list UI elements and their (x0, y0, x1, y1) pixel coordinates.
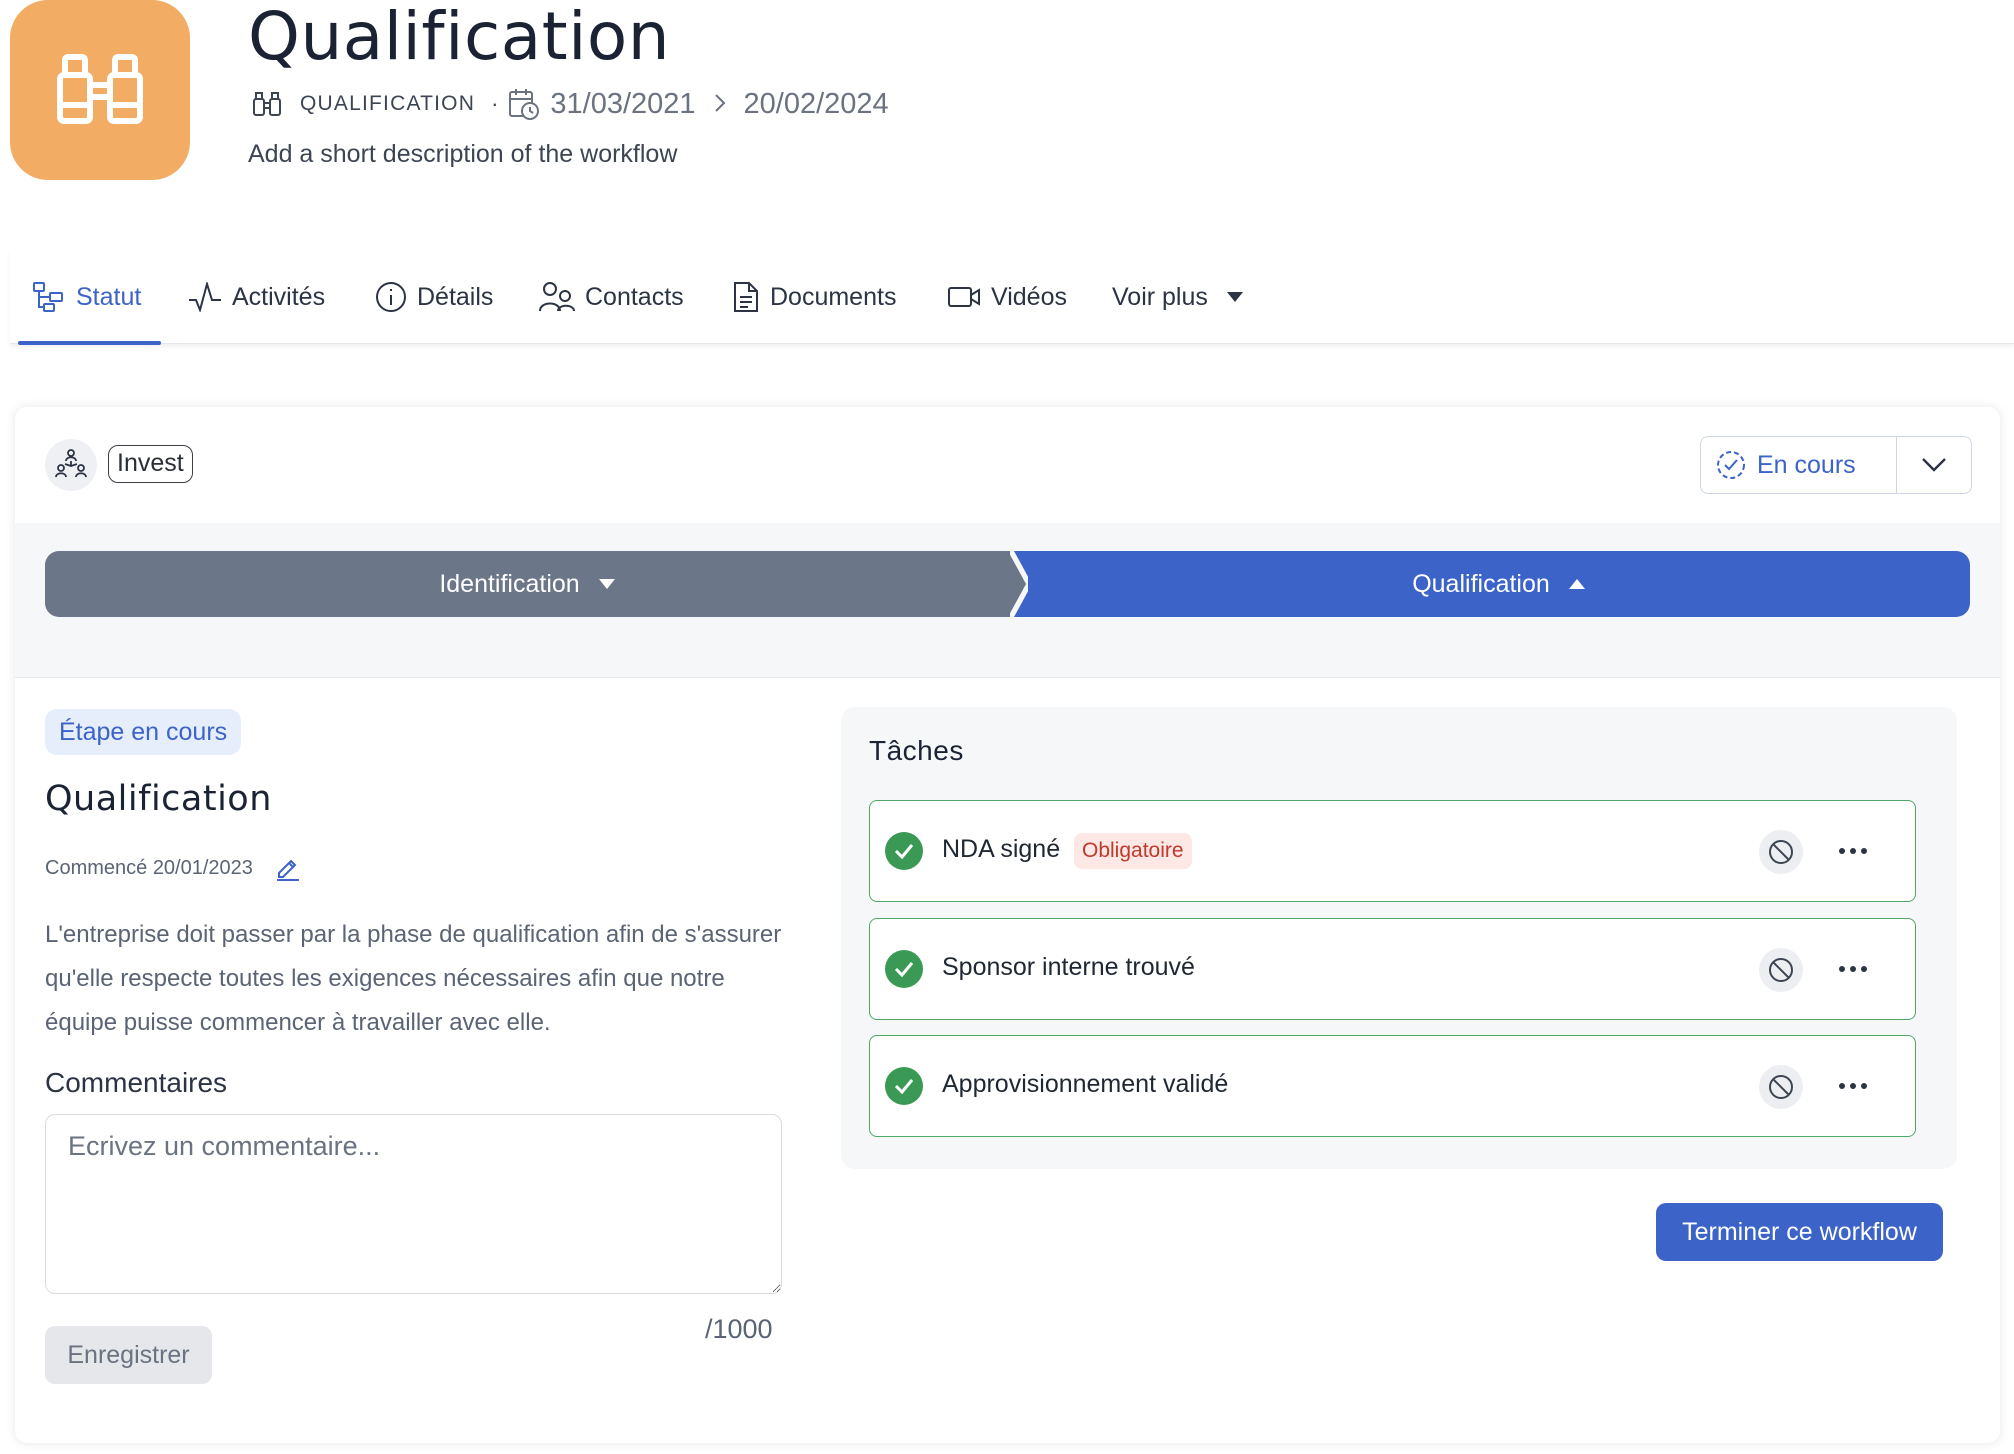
meta-separator: · (491, 91, 499, 116)
tab-documents[interactable]: Documents (732, 250, 896, 344)
workflow-meta: QUALIFICATION · 31/03/2021 20/02/2024 (252, 84, 889, 124)
tab-voir-plus[interactable]: Voir plus (1112, 250, 1254, 344)
org-chart-icon (55, 449, 87, 478)
workflow-icon (32, 281, 66, 313)
step-label: Identification (439, 569, 580, 598)
tasks-panel: Tâches NDA signé Obligatoire Sponsor int… (841, 707, 1957, 1169)
info-icon (375, 281, 407, 313)
status-value[interactable]: En cours (1701, 437, 1897, 493)
chevron-down-icon[interactable] (1897, 437, 1971, 493)
more-options-icon[interactable] (1831, 947, 1875, 991)
tab-label: Détails (417, 282, 494, 311)
video-icon (947, 285, 981, 309)
page-title: Qualification (248, 0, 671, 75)
contacts-icon (539, 281, 575, 313)
tab-label: Vidéos (991, 282, 1067, 311)
task-name: Sponsor interne trouvé (942, 953, 1195, 981)
stage-start-date: Commencé 20/01/2023 (45, 855, 301, 881)
activity-icon (188, 282, 222, 312)
current-stage-badge: Étape en cours (45, 709, 242, 755)
task-name: Approvisionnement validé (942, 1070, 1229, 1098)
tab-details[interactable]: Détails (375, 250, 493, 344)
tab-label: Documents (770, 282, 897, 311)
workflow-card: Invest En cours Identification Qualifica… (15, 407, 2000, 1443)
calendar-clock-icon (509, 89, 540, 120)
binoculars-icon (253, 92, 281, 116)
tasks-title: Tâches (869, 735, 964, 766)
document-icon (732, 281, 760, 313)
binoculars-icon (57, 54, 143, 124)
step-label: Qualification (1412, 569, 1550, 598)
step-identification[interactable]: Identification (45, 551, 1010, 617)
tab-label: Activités (232, 282, 326, 311)
tab-videos[interactable]: Vidéos (947, 250, 1067, 344)
task-item[interactable]: Sponsor interne trouvé (869, 918, 1916, 1020)
tab-label: Statut (76, 282, 142, 311)
tab-statut[interactable]: Statut (17, 250, 162, 345)
skip-task-icon[interactable] (1759, 1065, 1803, 1109)
pencil-icon[interactable] (275, 855, 301, 881)
task-name: NDA signé (942, 835, 1061, 863)
step-qualification[interactable]: Qualification (1028, 551, 1970, 617)
comments-title: Commentaires (45, 1067, 228, 1098)
task-item[interactable]: NDA signé Obligatoire (869, 800, 1916, 902)
comment-input[interactable] (45, 1114, 782, 1294)
caret-up-icon (1568, 579, 1585, 589)
caret-down-icon (598, 579, 615, 589)
mandatory-badge: Obligatoire (1074, 833, 1192, 869)
started-label: Commencé 20/01/2023 (45, 856, 253, 879)
stage-title: Qualification (45, 779, 272, 819)
chevron-right-icon (714, 89, 726, 120)
stage-description: L'entreprise doit passer par la phase de… (45, 921, 782, 1036)
workflow-app-icon (10, 0, 190, 180)
organization-avatar (45, 439, 97, 491)
tab-bar: Statut Activités Détails Contacts Docume… (10, 250, 2014, 345)
character-counter: /1000 (705, 1314, 773, 1344)
save-button[interactable]: Enregistrer (45, 1326, 212, 1384)
skip-task-icon[interactable] (1759, 948, 1803, 992)
task-item[interactable]: Approvisionnement validé (869, 1035, 1916, 1137)
skip-task-icon[interactable] (1759, 830, 1803, 874)
status-dropdown[interactable]: En cours (1700, 436, 1972, 494)
status-label: En cours (1757, 450, 1856, 479)
check-circle-icon[interactable] (885, 950, 923, 988)
check-circle-icon[interactable] (885, 832, 923, 870)
check-circle-icon[interactable] (885, 1067, 923, 1105)
more-options-icon[interactable] (1831, 1064, 1875, 1108)
workflow-type: QUALIFICATION (300, 92, 476, 115)
caret-down-icon (1226, 291, 1244, 303)
more-options-icon[interactable] (1831, 829, 1875, 873)
tab-contacts[interactable]: Contacts (539, 250, 684, 344)
date-end: 20/02/2024 (743, 87, 889, 120)
date-start: 31/03/2021 (550, 87, 696, 120)
progress-check-icon (1715, 449, 1747, 481)
tab-label: Contacts (585, 282, 684, 311)
workflow-description[interactable]: Add a short description of the workflow (248, 140, 677, 169)
organization-tag[interactable]: Invest (108, 445, 193, 483)
finish-workflow-button[interactable]: Terminer ce workflow (1656, 1203, 1943, 1261)
card-header: Invest En cours (15, 407, 2000, 523)
stage-stepper: Identification Qualification (15, 523, 2000, 817)
tab-label: Voir plus (1112, 282, 1208, 311)
tab-activites[interactable]: Activités (188, 250, 325, 344)
